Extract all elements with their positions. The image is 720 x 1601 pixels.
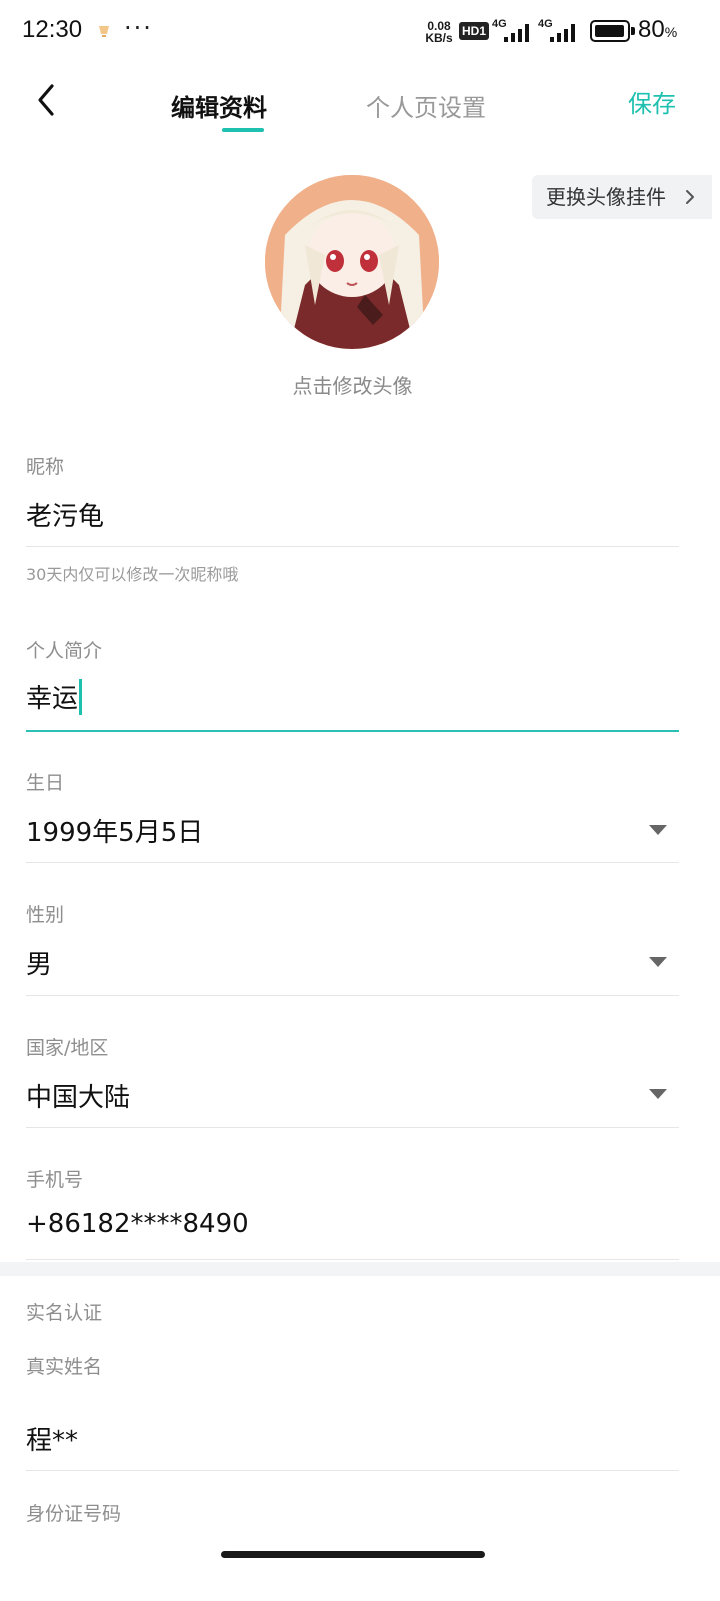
real-name-label: 真实姓名 (26, 1356, 103, 1378)
region-underline (26, 1127, 679, 1128)
bio-label: 个人简介 (26, 640, 103, 662)
chevron-right-icon (686, 190, 694, 204)
hd-badge: HD1 (459, 22, 489, 40)
tab-profile-settings[interactable]: 个人页设置 (364, 88, 488, 123)
nickname-input[interactable]: 老污龟 (26, 496, 104, 533)
birthday-label: 生日 (26, 772, 65, 794)
phone-label: 手机号 (26, 1169, 84, 1191)
avatar-edit-hint[interactable]: 点击修改头像 (0, 370, 705, 399)
battery-value: 80 (638, 16, 665, 43)
avatar[interactable] (265, 175, 439, 349)
bio-input[interactable]: 幸运 (26, 678, 83, 715)
region-select[interactable]: 中国大陆 (26, 1077, 130, 1114)
back-arrow-icon[interactable] (30, 80, 66, 120)
network-speed-unit: KB/s (425, 31, 453, 45)
id-number-label: 身份证号码 (26, 1503, 122, 1525)
verification-section-title: 实名认证 (26, 1302, 103, 1324)
nickname-label: 昵称 (26, 456, 65, 478)
nickname-hint: 30天内仅可以修改一次昵称哦 (26, 565, 239, 584)
birthday-underline (26, 862, 679, 863)
battery-percent: 80% (638, 16, 677, 44)
tab-edit-profile[interactable]: 编辑资料 (170, 88, 268, 123)
gender-underline (26, 995, 679, 996)
notification-cup-icon (99, 26, 109, 37)
gender-select[interactable]: 男 (26, 944, 52, 981)
active-tab-indicator (222, 128, 264, 132)
phone-value[interactable]: +86182****8490 (26, 1209, 249, 1239)
battery-icon (590, 20, 635, 42)
battery-unit: % (664, 24, 678, 40)
region-label: 国家/地区 (26, 1037, 109, 1059)
phone-underline (26, 1259, 679, 1260)
pendant-label: 更换头像挂件 (546, 185, 666, 209)
gender-dropdown-icon[interactable] (649, 957, 667, 967)
gender-label: 性别 (26, 904, 65, 926)
nickname-underline (26, 546, 679, 547)
real-name-underline (26, 1470, 679, 1471)
birthday-select[interactable]: 1999年5月5日 (26, 812, 203, 849)
home-indicator[interactable] (221, 1551, 485, 1558)
network-speed: 0.08 KB/s (422, 20, 456, 44)
birthday-dropdown-icon[interactable] (649, 825, 667, 835)
status-time: 12:30 (22, 16, 83, 43)
change-avatar-pendant-button[interactable]: 更换头像挂件 (532, 175, 712, 219)
more-notifications-icon: ··· (124, 14, 153, 42)
real-name-value: 程** (26, 1426, 79, 1456)
avatar-image (265, 175, 439, 349)
bio-input-value: 幸运 (26, 684, 79, 714)
bio-underline-active (26, 730, 679, 732)
status-bar: 12:30 ··· 0.08 KB/s HD1 4G 4G 80% (0, 0, 720, 64)
text-cursor (79, 678, 83, 715)
section-divider (0, 1262, 720, 1276)
save-button[interactable]: 保存 (628, 84, 676, 119)
region-dropdown-icon[interactable] (649, 1089, 667, 1099)
